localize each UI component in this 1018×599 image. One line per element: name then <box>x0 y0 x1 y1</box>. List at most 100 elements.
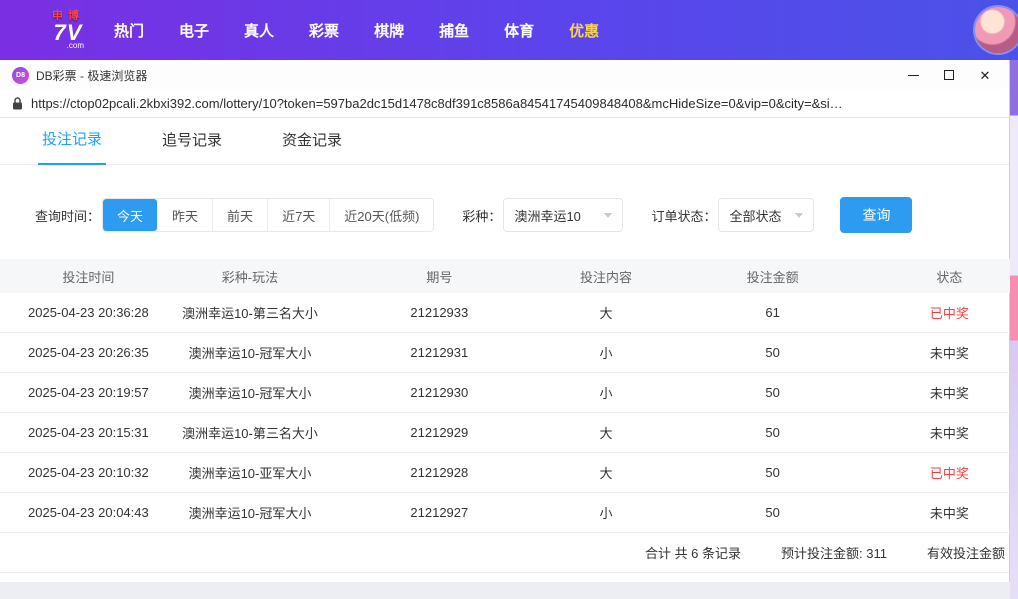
table-row: 2025-04-23 20:04:43 澳洲幸运10-冠军大小 21212927… <box>0 493 1010 533</box>
order-status-label: 订单状态： <box>651 208 717 224</box>
amount-cell: 50 <box>765 505 780 520</box>
nav-item-lottery[interactable]: 彩票 <box>307 14 341 47</box>
lottery-select-label: 彩种： <box>462 208 502 224</box>
minimize-button[interactable] <box>895 60 931 90</box>
play-type-cell: 澳洲幸运10-冠军大小 <box>188 386 312 401</box>
issue-cell: 21212928 <box>410 465 469 480</box>
header-content: 投注内容 <box>579 269 632 285</box>
content-cell: 小 <box>599 386 613 401</box>
nav-item-cards[interactable]: 棋牌 <box>372 14 406 47</box>
bet-time-cell: 2025-04-23 20:10:32 <box>28 465 149 480</box>
bet-time-cell: 2025-04-23 20:15:31 <box>28 425 149 440</box>
header-status: 状态 <box>936 269 963 285</box>
record-tabs: 投注记录 追号记录 资金记录 <box>0 118 1009 165</box>
bet-records-table: 投注时间 彩种-玩法 期号 投注内容 投注金额 状态 2025-04-23 20… <box>0 259 1010 533</box>
play-type-cell: 澳洲幸运10-第三名大小 <box>182 306 318 321</box>
time-filter-group: 今天 昨天 前天 近7天 近20天(低频) <box>102 198 435 232</box>
summary-bar: 合计 共 6 条记录 预计投注金额: 311 有效投注金额 <box>0 533 1009 573</box>
background-page-sliver <box>1010 60 1018 599</box>
search-button[interactable]: 查询 <box>840 197 913 233</box>
play-type-cell: 澳洲幸运10-亚军大小 <box>188 466 312 481</box>
table-row: 2025-04-23 20:10:32 澳洲幸运10-亚军大小 21212928… <box>0 453 1010 493</box>
nav-item-sports[interactable]: 体育 <box>502 14 536 47</box>
time-option-yesterday[interactable]: 昨天 <box>157 199 213 231</box>
summary-expected-amount: 预计投注金额: 311 <box>781 546 887 561</box>
maximize-icon <box>944 70 954 80</box>
nav-item-slots[interactable]: 电子 <box>177 14 211 47</box>
time-option-7days[interactable]: 近7天 <box>267 199 330 231</box>
content-cell: 小 <box>599 346 613 361</box>
bet-time-cell: 2025-04-23 20:19:57 <box>28 385 149 400</box>
filter-bar: 查询时间： 今天 昨天 前天 近7天 近20天(低频) 彩种： 澳洲幸运10 订… <box>35 197 1009 233</box>
user-avatar[interactable] <box>975 7 1018 53</box>
browser-titlebar: D8 DB彩票 - 极速浏览器 ✕ <box>0 60 1009 90</box>
header-bet-time: 投注时间 <box>62 269 115 285</box>
amount-cell: 50 <box>765 465 780 480</box>
issue-cell: 21212929 <box>410 425 469 440</box>
status-cell: 未中奖 <box>929 426 969 441</box>
summary-total-count: 合计 共 6 条记录 <box>644 546 742 561</box>
time-option-20days[interactable]: 近20天(低频) <box>329 199 434 231</box>
amount-cell: 50 <box>765 385 780 400</box>
status-cell: 已中奖 <box>929 466 969 481</box>
lottery-select-value: 澳洲幸运10 <box>514 208 581 224</box>
nav-item-promo[interactable]: 优惠 <box>567 14 601 47</box>
table-header-row: 投注时间 彩种-玩法 期号 投注内容 投注金额 状态 <box>0 259 1010 293</box>
window-title: DB彩票 - 极速浏览器 <box>36 68 148 83</box>
maximize-button[interactable] <box>931 60 967 90</box>
amount-cell: 50 <box>765 345 780 360</box>
url-text[interactable]: https://ctop02pcali.2kbxi392.com/lottery… <box>31 96 843 111</box>
header-amount: 投注金额 <box>746 269 799 285</box>
header-play-type: 彩种-玩法 <box>221 269 279 285</box>
content-cell: 大 <box>599 426 613 441</box>
lock-icon <box>13 97 22 110</box>
chevron-down-icon <box>795 212 804 218</box>
close-button[interactable]: ✕ <box>967 60 1003 90</box>
nav-item-live[interactable]: 真人 <box>242 14 276 47</box>
logo-text-suffix: .com <box>66 40 84 50</box>
table-row: 2025-04-23 20:26:35 澳洲幸运10-冠军大小 21212931… <box>0 333 1010 373</box>
summary-valid-amount: 有效投注金额 <box>926 546 1005 561</box>
status-cell: 已中奖 <box>929 306 969 321</box>
order-status-select[interactable]: 全部状态 <box>718 198 815 232</box>
lottery-select[interactable]: 澳洲幸运10 <box>503 198 624 232</box>
issue-cell: 21212927 <box>410 505 469 520</box>
address-bar[interactable]: https://ctop02pcali.2kbxi392.com/lottery… <box>0 90 1009 118</box>
play-type-cell: 澳洲幸运10-冠军大小 <box>188 346 312 361</box>
tab-bet-records[interactable]: 投注记录 <box>38 128 107 165</box>
time-filter-label: 查询时间： <box>35 208 101 224</box>
minimize-icon <box>907 74 919 76</box>
screen: 申博 7V .com 热门 电子 真人 彩票 棋牌 捕鱼 体育 优惠 D8 DB… <box>0 0 1018 599</box>
tab-chase-records[interactable]: 追号记录 <box>158 129 226 164</box>
status-cell: 未中奖 <box>929 386 969 401</box>
table-row: 2025-04-23 20:36:28 澳洲幸运10-第三名大小 2121293… <box>0 293 1010 333</box>
bottom-strip <box>0 582 1010 599</box>
status-cell: 未中奖 <box>929 346 969 361</box>
content-cell: 小 <box>599 506 613 521</box>
time-option-daybefore[interactable]: 前天 <box>212 199 268 231</box>
header-issue: 期号 <box>426 269 453 285</box>
time-option-today[interactable]: 今天 <box>103 199 158 231</box>
tab-fund-records[interactable]: 资金记录 <box>278 129 346 164</box>
issue-cell: 21212930 <box>410 385 469 400</box>
chevron-down-icon <box>604 212 613 218</box>
site-navbar: 申博 7V .com 热门 电子 真人 彩票 棋牌 捕鱼 体育 优惠 <box>0 0 1018 60</box>
browser-window: D8 DB彩票 - 极速浏览器 ✕ https://ctop02pcali.2k… <box>0 60 1010 599</box>
nav-item-fishing[interactable]: 捕鱼 <box>437 14 471 47</box>
nav-menu: 热门 电子 真人 彩票 棋牌 捕鱼 体育 优惠 <box>112 14 601 47</box>
amount-cell: 50 <box>765 425 780 440</box>
content-cell: 大 <box>599 306 613 321</box>
issue-cell: 21212933 <box>410 305 469 320</box>
play-type-cell: 澳洲幸运10-第三名大小 <box>182 426 318 441</box>
site-logo[interactable]: 申博 7V .com <box>52 10 84 50</box>
content-cell: 大 <box>599 466 613 481</box>
status-cell: 未中奖 <box>929 506 969 521</box>
bet-time-cell: 2025-04-23 20:26:35 <box>28 345 149 360</box>
browser-app-icon: D8 <box>12 66 29 84</box>
nav-item-hot[interactable]: 热门 <box>112 14 146 47</box>
bet-time-cell: 2025-04-23 20:04:43 <box>28 505 149 520</box>
bet-time-cell: 2025-04-23 20:36:28 <box>28 305 149 320</box>
window-controls: ✕ <box>895 60 1003 90</box>
amount-cell: 61 <box>765 305 780 320</box>
table-row: 2025-04-23 20:19:57 澳洲幸运10-冠军大小 21212930… <box>0 373 1010 413</box>
